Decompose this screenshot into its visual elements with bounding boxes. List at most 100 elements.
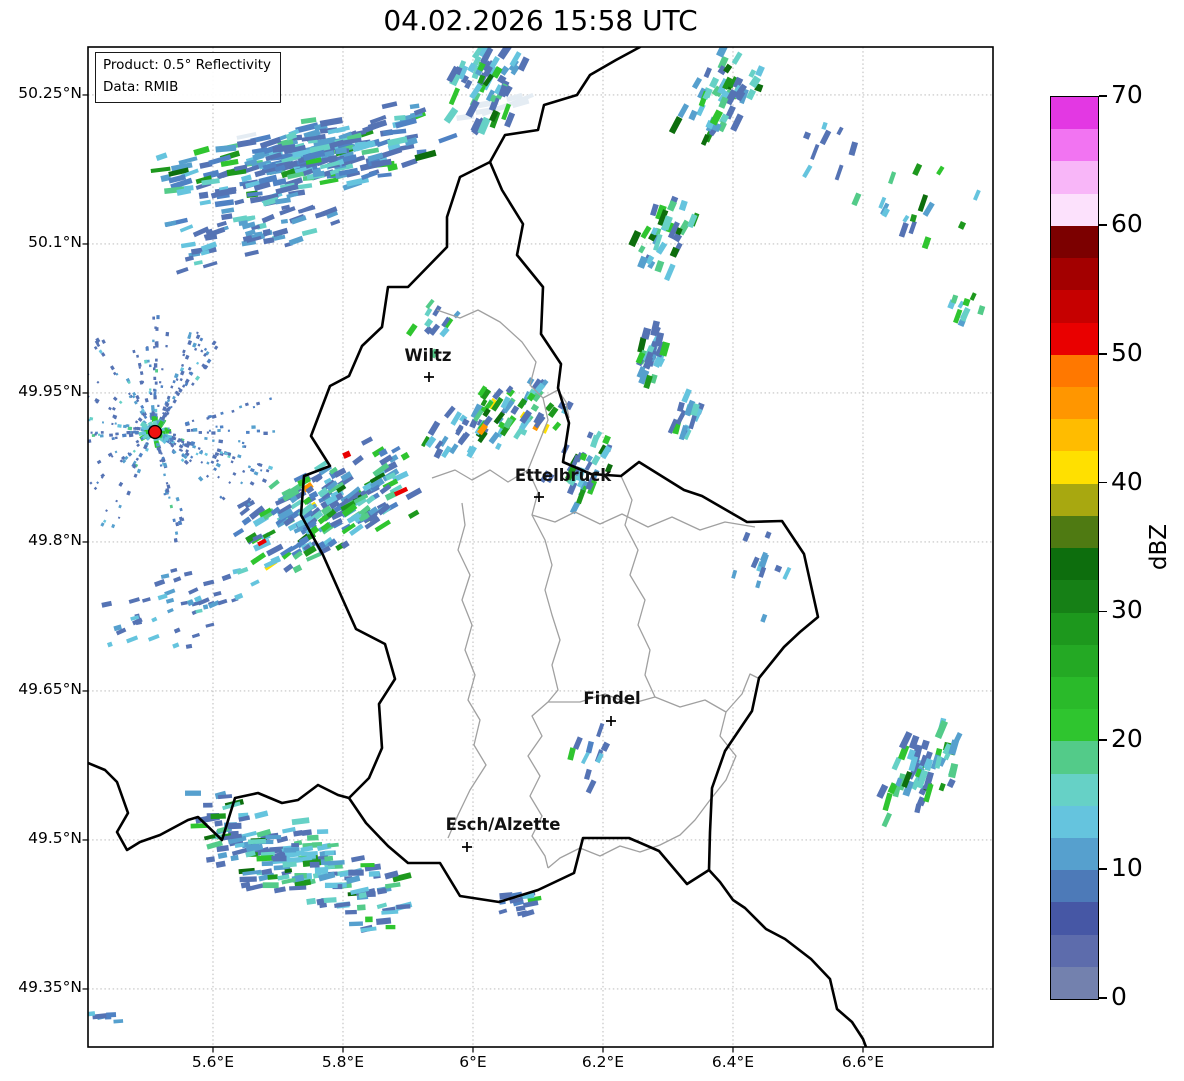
- echo-cell: [678, 199, 688, 212]
- y-tick-label: 50.1°N: [28, 232, 82, 251]
- canton-border-path: [547, 693, 737, 869]
- colorbar-segment: [1051, 483, 1098, 516]
- clutter-cell: [66, 444, 70, 448]
- clutter-cell: [155, 343, 159, 348]
- echo-cell: [348, 869, 364, 876]
- clutter-cell: [94, 433, 97, 436]
- clutter-cell: [180, 363, 185, 367]
- echo-cell: [585, 740, 594, 754]
- colorbar-segment: [1051, 451, 1098, 484]
- echo-cell: [567, 747, 576, 761]
- clutter-cell: [215, 462, 221, 468]
- clutter-cell: [197, 476, 204, 482]
- colorbar-tick-label: 70: [1111, 80, 1143, 109]
- echo-cell: [834, 164, 844, 181]
- colorbar-segment: [1051, 354, 1098, 387]
- radar-site-marker: [147, 424, 163, 440]
- echo-cell: [448, 87, 461, 106]
- clutter-cell: [168, 496, 171, 499]
- clutter-cell: [172, 395, 176, 400]
- clutter-cell: [160, 385, 164, 388]
- clutter-cell: [37, 446, 39, 448]
- clutter-cell: [82, 418, 86, 422]
- colorbar-tick-mark: [1099, 481, 1107, 484]
- echo-cell: [443, 107, 459, 124]
- echo-cell: [375, 917, 392, 926]
- clutter-cell: [153, 346, 156, 349]
- clutter-cell: [154, 326, 157, 329]
- echo-cell: [760, 613, 768, 623]
- clutter-cell: [238, 440, 241, 443]
- clutter-cell: [238, 405, 243, 409]
- city-plus-marker: [424, 372, 434, 382]
- echo-cell: [157, 593, 168, 601]
- echo-cell: [280, 218, 289, 224]
- clutter-cell: [179, 377, 183, 382]
- colorbar-segment: [1051, 161, 1098, 194]
- colorbar-tick-label: 20: [1111, 724, 1143, 754]
- clutter-cell: [204, 436, 208, 441]
- clutter-cell: [206, 461, 210, 465]
- clutter-cell: [48, 435, 51, 438]
- echo-cell: [193, 145, 210, 156]
- echo-cell: [688, 109, 698, 121]
- echo-cell: [510, 405, 520, 415]
- echo-cell: [716, 47, 729, 58]
- colorbar-segment: [1051, 676, 1098, 710]
- clutter-cell: [75, 441, 78, 444]
- clutter-cell: [208, 429, 211, 432]
- echo-cell: [688, 415, 697, 430]
- echo-cell: [969, 292, 977, 301]
- clutter-cell: [187, 366, 192, 371]
- colorbar-tick-mark: [1099, 739, 1107, 742]
- echo-cell: [810, 143, 820, 161]
- clutter-cell: [90, 431, 93, 434]
- clutter-cell: [194, 347, 198, 351]
- echo-cell: [265, 835, 282, 840]
- echo-cell: [802, 164, 813, 179]
- echo-cell: [254, 810, 269, 819]
- clutter-cell: [75, 472, 78, 475]
- clutter-cell: [55, 446, 58, 449]
- colorbar-segment: [1051, 580, 1098, 613]
- clutter-cell: [64, 476, 67, 479]
- echo-cell: [160, 573, 170, 579]
- echo-cell: [250, 579, 260, 587]
- echo-cell: [731, 569, 738, 579]
- clutter-cell: [241, 445, 245, 448]
- colorbar-tick-mark: [1099, 868, 1107, 870]
- clutter-cell: [204, 452, 208, 457]
- clutter-cell: [114, 422, 117, 425]
- clutter-cell: [169, 431, 172, 434]
- clutter-cell: [57, 409, 61, 413]
- echo-cell: [530, 403, 540, 412]
- echo-cell: [316, 829, 329, 835]
- clutter-cell: [173, 373, 179, 379]
- echo-cell: [126, 635, 139, 644]
- clutter-cell: [42, 439, 46, 442]
- clutter-cell: [153, 363, 158, 368]
- echo-cell: [443, 405, 456, 419]
- colorbar-segment: [1051, 644, 1098, 677]
- x-tick-label: 6.4°E: [711, 1053, 755, 1071]
- echo-cell: [891, 756, 902, 771]
- echo-cell: [101, 600, 113, 608]
- echo-cell: [324, 855, 334, 862]
- echo-cell: [755, 65, 765, 77]
- echo-cell: [424, 318, 434, 328]
- echo-cell: [409, 103, 420, 110]
- clutter-cell: [192, 342, 197, 348]
- clutter-cell: [55, 374, 60, 379]
- clutter-cell: [183, 459, 189, 465]
- clutter-cell: [118, 504, 122, 509]
- echo-cell: [836, 126, 844, 136]
- canton-border-path: [527, 701, 549, 869]
- echo-cell: [271, 855, 280, 861]
- clutter-cell: [61, 480, 66, 485]
- echo-cell: [973, 189, 981, 201]
- clutter-cell: [73, 506, 77, 510]
- echo-cell: [286, 857, 301, 863]
- echo-cell: [638, 245, 646, 254]
- echo-cell: [324, 882, 338, 889]
- clutter-cell: [263, 431, 268, 436]
